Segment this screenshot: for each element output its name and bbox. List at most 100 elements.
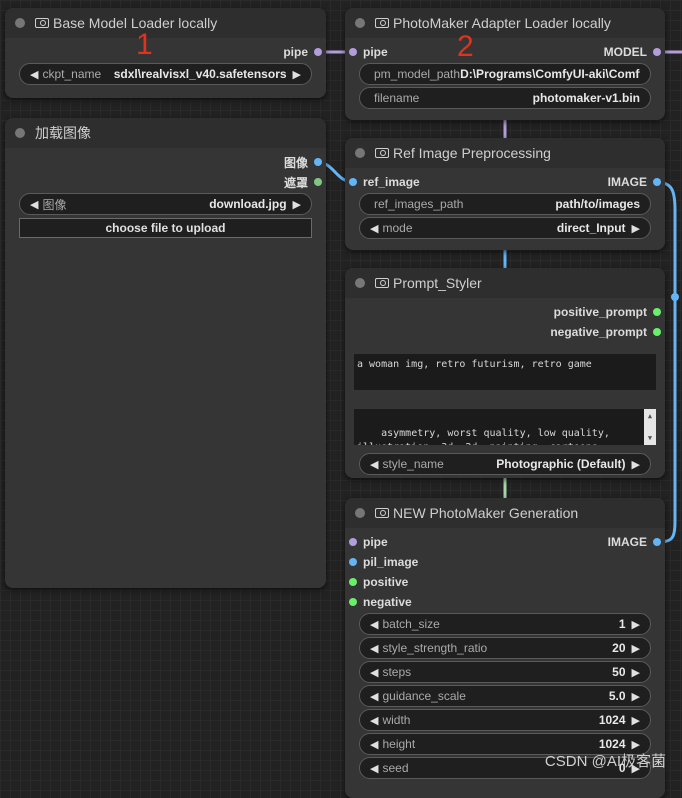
input-pipe-dot[interactable] bbox=[349, 48, 357, 56]
left-arrow-icon[interactable]: ◀ bbox=[370, 666, 378, 679]
right-arrow-icon[interactable]: ▶ bbox=[632, 666, 640, 679]
output-negative-dot[interactable] bbox=[653, 328, 661, 336]
output-model[interactable]: MODEL bbox=[604, 42, 661, 62]
collapse-dot-icon[interactable] bbox=[355, 148, 365, 158]
input-pil-image[interactable]: pil_image bbox=[349, 552, 418, 572]
input-pipe-dot[interactable] bbox=[349, 538, 357, 546]
node-title: NEW PhotoMaker Generation bbox=[393, 505, 579, 521]
left-arrow-icon[interactable]: ◀ bbox=[370, 618, 378, 631]
right-arrow-icon[interactable]: ▶ bbox=[632, 738, 640, 751]
scroll-down-icon[interactable]: ▼ bbox=[648, 431, 652, 445]
left-arrow-icon[interactable]: ◀ bbox=[370, 458, 378, 471]
node-load-image[interactable]: 加载图像 图像 遮罩 ◀ 图像 download.jpg ▶ choose fi… bbox=[5, 118, 326, 588]
output-image-label: 图像 bbox=[283, 155, 308, 170]
left-arrow-icon[interactable]: ◀ bbox=[370, 714, 378, 727]
right-arrow-icon[interactable]: ▶ bbox=[293, 198, 301, 211]
node-title-bar[interactable]: PhotoMaker Adapter Loader locally bbox=[345, 8, 665, 38]
left-arrow-icon[interactable]: ◀ bbox=[370, 762, 378, 775]
output-image-dot[interactable] bbox=[314, 158, 322, 166]
input-negative[interactable]: negative bbox=[349, 592, 412, 612]
widget-style-name[interactable]: ◀ style_name Photographic (Default) ▶ bbox=[359, 453, 651, 475]
collapse-dot-icon[interactable] bbox=[355, 18, 365, 28]
right-arrow-icon[interactable]: ▶ bbox=[632, 714, 640, 727]
output-image-dot[interactable] bbox=[653, 538, 661, 546]
widget-ref-images-path[interactable]: ref_images_path path/to/images bbox=[359, 193, 651, 215]
output-model-label: MODEL bbox=[603, 45, 647, 59]
input-pipe[interactable]: pipe bbox=[349, 532, 388, 552]
widget-filename[interactable]: filename photomaker-v1.bin bbox=[359, 87, 651, 109]
upload-button[interactable]: choose file to upload bbox=[19, 218, 312, 238]
output-image[interactable]: IMAGE bbox=[608, 532, 661, 552]
widget-style-strength-ratio[interactable]: ◀ style_strength_ratio 20 ▶ bbox=[359, 637, 651, 659]
node-title-bar[interactable]: NEW PhotoMaker Generation bbox=[345, 498, 665, 528]
node-title-bar[interactable]: 加载图像 bbox=[5, 118, 326, 148]
input-ref-image[interactable]: ref_image bbox=[349, 172, 420, 192]
right-arrow-icon[interactable]: ▶ bbox=[632, 690, 640, 703]
output-positive-dot[interactable] bbox=[653, 308, 661, 316]
widget-label: height bbox=[382, 737, 416, 751]
right-arrow-icon[interactable]: ▶ bbox=[632, 642, 640, 655]
widget-batch-size[interactable]: ◀ batch_size 1 ▶ bbox=[359, 613, 651, 635]
right-arrow-icon[interactable]: ▶ bbox=[632, 618, 640, 631]
left-arrow-icon[interactable]: ◀ bbox=[30, 68, 38, 81]
output-positive-label: positive_prompt bbox=[553, 305, 647, 319]
input-ref-image-label: ref_image bbox=[363, 175, 420, 189]
node-title-bar[interactable]: Ref Image Preprocessing bbox=[345, 138, 665, 168]
output-negative-prompt[interactable]: negative_prompt bbox=[550, 322, 661, 342]
output-pipe-dot[interactable] bbox=[314, 48, 322, 56]
widget-label: pm_model_path bbox=[374, 67, 461, 81]
right-arrow-icon[interactable]: ▶ bbox=[293, 68, 301, 81]
output-positive-prompt[interactable]: positive_prompt bbox=[554, 302, 661, 322]
widget-mode[interactable]: ◀ mode direct_Input ▶ bbox=[359, 217, 651, 239]
input-negative-dot[interactable] bbox=[349, 598, 357, 606]
widget-label: width bbox=[382, 713, 411, 727]
widget-steps[interactable]: ◀ steps 50 ▶ bbox=[359, 661, 651, 683]
collapse-dot-icon[interactable] bbox=[15, 128, 25, 138]
scroll-up-icon[interactable]: ▲ bbox=[648, 409, 652, 423]
left-arrow-icon[interactable]: ◀ bbox=[370, 690, 378, 703]
input-pipe[interactable]: pipe bbox=[349, 42, 388, 62]
widget-label: ref_images_path bbox=[374, 197, 464, 211]
output-image-dot[interactable] bbox=[653, 178, 661, 186]
right-arrow-icon[interactable]: ▶ bbox=[632, 222, 640, 235]
left-arrow-icon[interactable]: ◀ bbox=[370, 738, 378, 751]
output-model-dot[interactable] bbox=[653, 48, 661, 56]
widget-width[interactable]: ◀ width 1024 ▶ bbox=[359, 709, 651, 731]
node-prompt-styler[interactable]: Prompt_Styler positive_prompt negative_p… bbox=[345, 268, 665, 478]
widget-value: 1024 bbox=[598, 737, 626, 751]
node-base-model-loader[interactable]: Base Model Loader locally pipe ◀ ckpt_na… bbox=[5, 8, 326, 98]
left-arrow-icon[interactable]: ◀ bbox=[370, 642, 378, 655]
node-title: 加载图像 bbox=[35, 125, 91, 141]
input-pil-image-dot[interactable] bbox=[349, 558, 357, 566]
output-mask-dot[interactable] bbox=[314, 178, 322, 186]
textarea-scrollbar[interactable]: ▲ ▼ bbox=[644, 409, 656, 445]
negative-prompt-textarea[interactable]: asymmetry, worst quality, low quality, i… bbox=[354, 409, 656, 445]
node-title-bar[interactable]: Base Model Loader locally bbox=[5, 8, 326, 38]
output-pipe[interactable]: pipe bbox=[283, 42, 322, 62]
widget-image-select[interactable]: ◀ 图像 download.jpg ▶ bbox=[19, 193, 312, 215]
positive-prompt-textarea[interactable]: a woman img, retro futurism, retro game bbox=[354, 354, 656, 390]
node-photomaker-adapter-loader[interactable]: PhotoMaker Adapter Loader locally pipe M… bbox=[345, 8, 665, 120]
input-ref-image-dot[interactable] bbox=[349, 178, 357, 186]
input-positive[interactable]: positive bbox=[349, 572, 408, 592]
right-arrow-icon[interactable]: ▶ bbox=[632, 458, 640, 471]
output-mask[interactable]: 遮罩 bbox=[284, 172, 322, 192]
collapse-dot-icon[interactable] bbox=[355, 508, 365, 518]
node-title-bar[interactable]: Prompt_Styler bbox=[345, 268, 665, 298]
output-image-label: IMAGE bbox=[607, 175, 647, 189]
collapse-dot-icon[interactable] bbox=[15, 18, 25, 28]
widget-guidance-scale[interactable]: ◀ guidance_scale 5.0 ▶ bbox=[359, 685, 651, 707]
output-image[interactable]: 图像 bbox=[284, 152, 322, 172]
widget-pm-model-path[interactable]: pm_model_path D:\Programs\ComfyUI-aki\Co… bbox=[359, 63, 651, 85]
input-positive-dot[interactable] bbox=[349, 578, 357, 586]
widget-value: sdxl\realvisxl_v40.safetensors bbox=[113, 67, 287, 81]
widget-label: ckpt_name bbox=[42, 67, 102, 81]
collapse-dot-icon[interactable] bbox=[355, 278, 365, 288]
left-arrow-icon[interactable]: ◀ bbox=[30, 198, 38, 211]
output-image[interactable]: IMAGE bbox=[608, 172, 661, 192]
input-pil-image-label: pil_image bbox=[363, 555, 419, 569]
left-arrow-icon[interactable]: ◀ bbox=[370, 222, 378, 235]
node-ref-image-preprocessing[interactable]: Ref Image Preprocessing ref_image IMAGE … bbox=[345, 138, 665, 250]
widget-ckpt-name[interactable]: ◀ ckpt_name sdxl\realvisxl_v40.safetenso… bbox=[19, 63, 312, 85]
output-image-label: IMAGE bbox=[607, 535, 647, 549]
